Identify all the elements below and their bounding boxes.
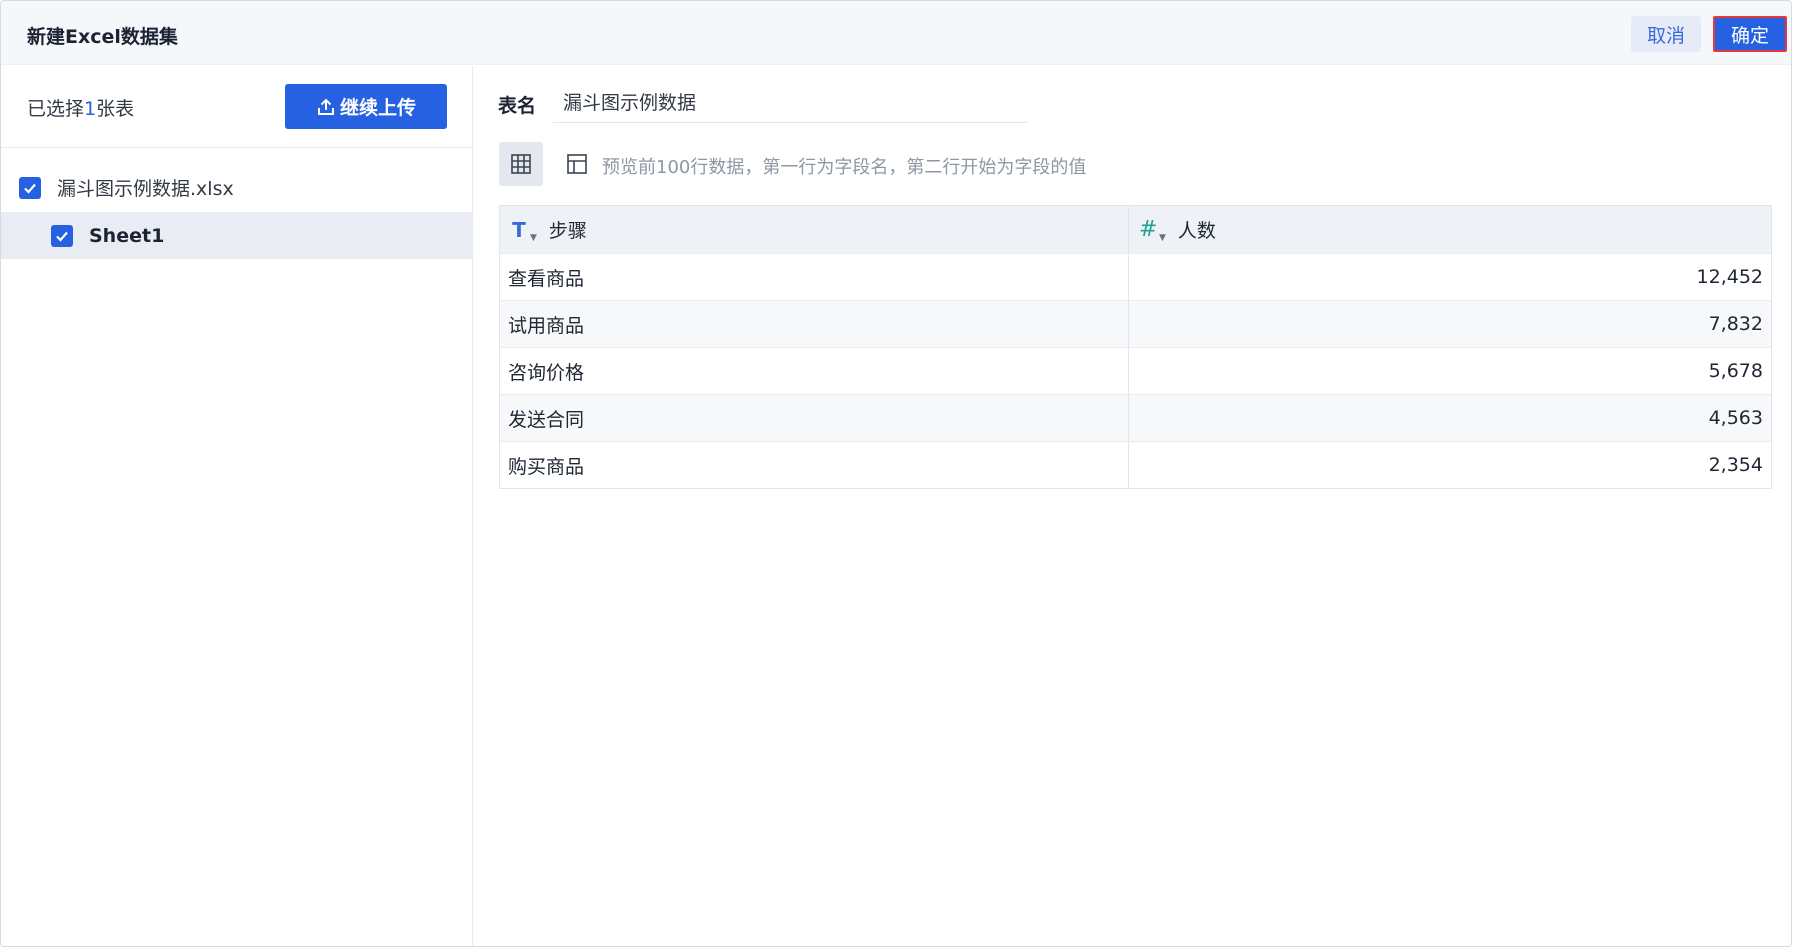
upload-icon [317,98,334,115]
cell-step: 查看商品 [500,254,1129,300]
table-row: 发送合同 4,563 [500,394,1771,441]
cell-step: 试用商品 [500,301,1129,347]
cancel-button[interactable]: 取消 [1631,16,1701,52]
caret-down-icon[interactable]: ▼ [530,233,537,243]
column-header-count[interactable]: # ▼ 人数 [1129,206,1771,253]
caret-down-icon[interactable]: ▼ [1159,233,1166,243]
cell-count: 12,452 [1696,266,1763,288]
selection-summary: 已选择1张表 [27,94,134,121]
cell-count: 2,354 [1708,454,1763,476]
preview-table: T ▼ 步骤 # ▼ 人数 查看商品 12,452 试用商品 7,832 咨询价… [499,205,1772,489]
file-name: 漏斗图示例数据.xlsx [57,178,234,200]
table-row: 购买商品 2,354 [500,441,1771,488]
preview-panel: 表名 预览前100行数据，第一行为字段名，第二行开始为字段的值 T ▼ 步骤 [474,66,1791,946]
cell-count: 7,832 [1708,313,1763,335]
column-name: 人数 [1177,220,1216,242]
check-icon [24,183,36,194]
cell-count: 5,678 [1708,360,1763,382]
column-name: 步骤 [548,220,587,242]
tree-item-sheet[interactable]: Sheet1 [1,212,473,259]
selection-prefix: 已选择 [27,98,85,120]
file-panel: 已选择1张表 继续上传 漏斗图示例数据.xlsx Sheet1 [1,66,473,946]
confirm-button[interactable]: 确定 [1713,16,1787,52]
grid-view-toggle[interactable] [499,142,543,186]
cell-count: 4,563 [1708,407,1763,429]
continue-upload-button[interactable]: 继续上传 [285,84,447,129]
table-name-input[interactable] [553,80,1027,123]
file-checkbox[interactable] [19,176,41,199]
panel-divider [1,147,473,148]
cell-step: 咨询价格 [500,348,1129,394]
selection-count: 1 [84,98,97,120]
table-name-label: 表名 [498,95,537,117]
cell-step: 发送合同 [500,395,1129,441]
text-type-icon[interactable]: T [510,218,528,242]
new-excel-dataset-dialog: 新建Excel数据集 取消 确定 已选择1张表 继续上传 漏斗图示例数据.xls… [0,0,1792,947]
check-icon [56,231,68,242]
table-layout-icon [567,154,587,174]
continue-upload-label: 继续上传 [339,97,416,119]
selection-suffix: 张表 [96,98,135,120]
table-grid-icon [511,154,531,174]
preview-hint: 预览前100行数据，第一行为字段名，第二行开始为字段的值 [602,157,1087,178]
dialog-header: 新建Excel数据集 取消 确定 [1,1,1791,65]
column-header-step[interactable]: T ▼ 步骤 [500,206,1129,253]
sheet-name: Sheet1 [89,224,165,247]
table-row: 查看商品 12,452 [500,253,1771,300]
tree-item-file[interactable]: 漏斗图示例数据.xlsx [1,164,473,211]
number-type-icon[interactable]: # [1139,217,1157,242]
table-row: 试用商品 7,832 [500,300,1771,347]
dialog-title: 新建Excel数据集 [27,26,178,48]
sheet-checkbox[interactable] [51,224,73,247]
cell-step: 购买商品 [500,442,1129,488]
structure-view-toggle[interactable] [555,142,599,186]
table-row: 咨询价格 5,678 [500,347,1771,394]
table-header-row: T ▼ 步骤 # ▼ 人数 [500,206,1771,253]
